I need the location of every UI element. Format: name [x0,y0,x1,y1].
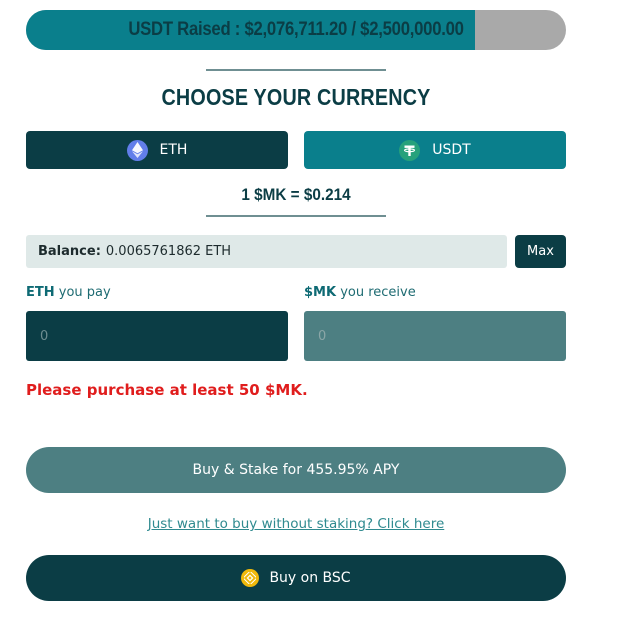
receive-currency: $MK [304,285,337,300]
ethereum-icon [126,139,148,161]
rate-divider [206,215,386,217]
pay-label: ETH you pay [26,285,111,300]
buy-on-bsc-label: Buy on BSC [269,570,351,586]
receive-amount-input[interactable]: 0 [304,311,566,361]
eth-currency-label: ETH [159,142,188,158]
receive-label: $MK you receive [304,285,416,300]
usdt-currency-button[interactable]: USDT [304,131,566,169]
balance-display: Balance: 0.0065761862 ETH [26,235,507,268]
pay-amount-placeholder: 0 [40,328,49,344]
tether-icon [399,139,421,161]
exchange-rate: 1 $MK = $0.214 [241,185,351,204]
max-button[interactable]: Max [515,235,566,268]
receive-label-text: you receive [340,285,416,300]
buy-without-staking-link[interactable]: Just want to buy without staking? Click … [0,516,592,532]
currency-heading: CHOOSE YOUR CURRENCY [161,84,431,110]
buy-and-stake-button[interactable]: Buy & Stake for 455.95% APY [26,447,566,493]
bnb-icon [241,569,260,587]
pay-currency: ETH [26,285,55,300]
eth-currency-button[interactable]: ETH [26,131,288,169]
pay-amount-input[interactable]: 0 [26,311,288,361]
raised-progress-bar: USDT Raised : $2,076,711.20 / $2,500,000… [26,10,566,50]
raised-progress-text: USDT Raised : $2,076,711.20 / $2,500,000… [128,19,464,40]
balance-label: Balance: [38,244,101,259]
usdt-currency-label: USDT [432,142,471,158]
balance-value: 0.0065761862 ETH [105,244,232,259]
pay-label-text: you pay [58,285,111,300]
receive-amount-placeholder: 0 [318,328,327,344]
minimum-purchase-error: Please purchase at least 50 $MK. [26,381,308,399]
buy-on-bsc-button[interactable]: Buy on BSC [26,555,566,601]
top-divider [206,69,386,71]
